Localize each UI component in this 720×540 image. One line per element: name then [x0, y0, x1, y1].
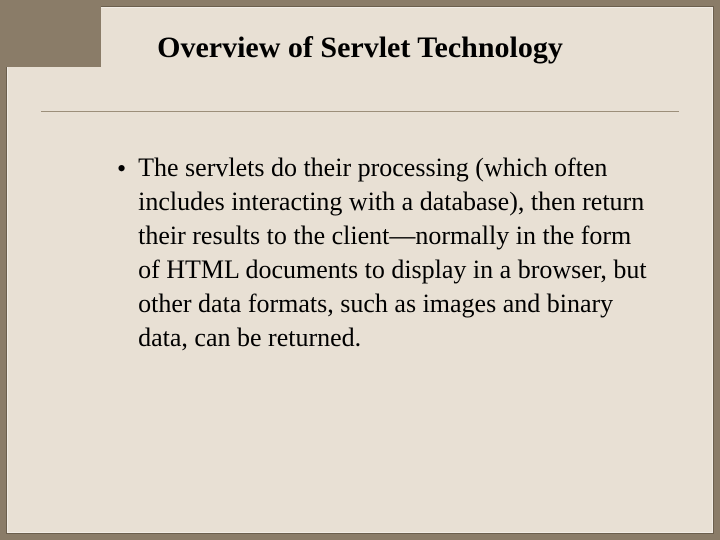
title-underline	[41, 111, 679, 112]
slide-title: Overview of Servlet Technology	[7, 31, 713, 65]
slide-background: Overview of Servlet Technology • The ser…	[6, 6, 714, 534]
bullet-text: The servlets do their processing (which …	[138, 151, 653, 355]
bullet-item: • The servlets do their processing (whic…	[117, 151, 653, 355]
slide-content: • The servlets do their processing (whic…	[117, 151, 653, 355]
bullet-marker: •	[117, 152, 126, 186]
